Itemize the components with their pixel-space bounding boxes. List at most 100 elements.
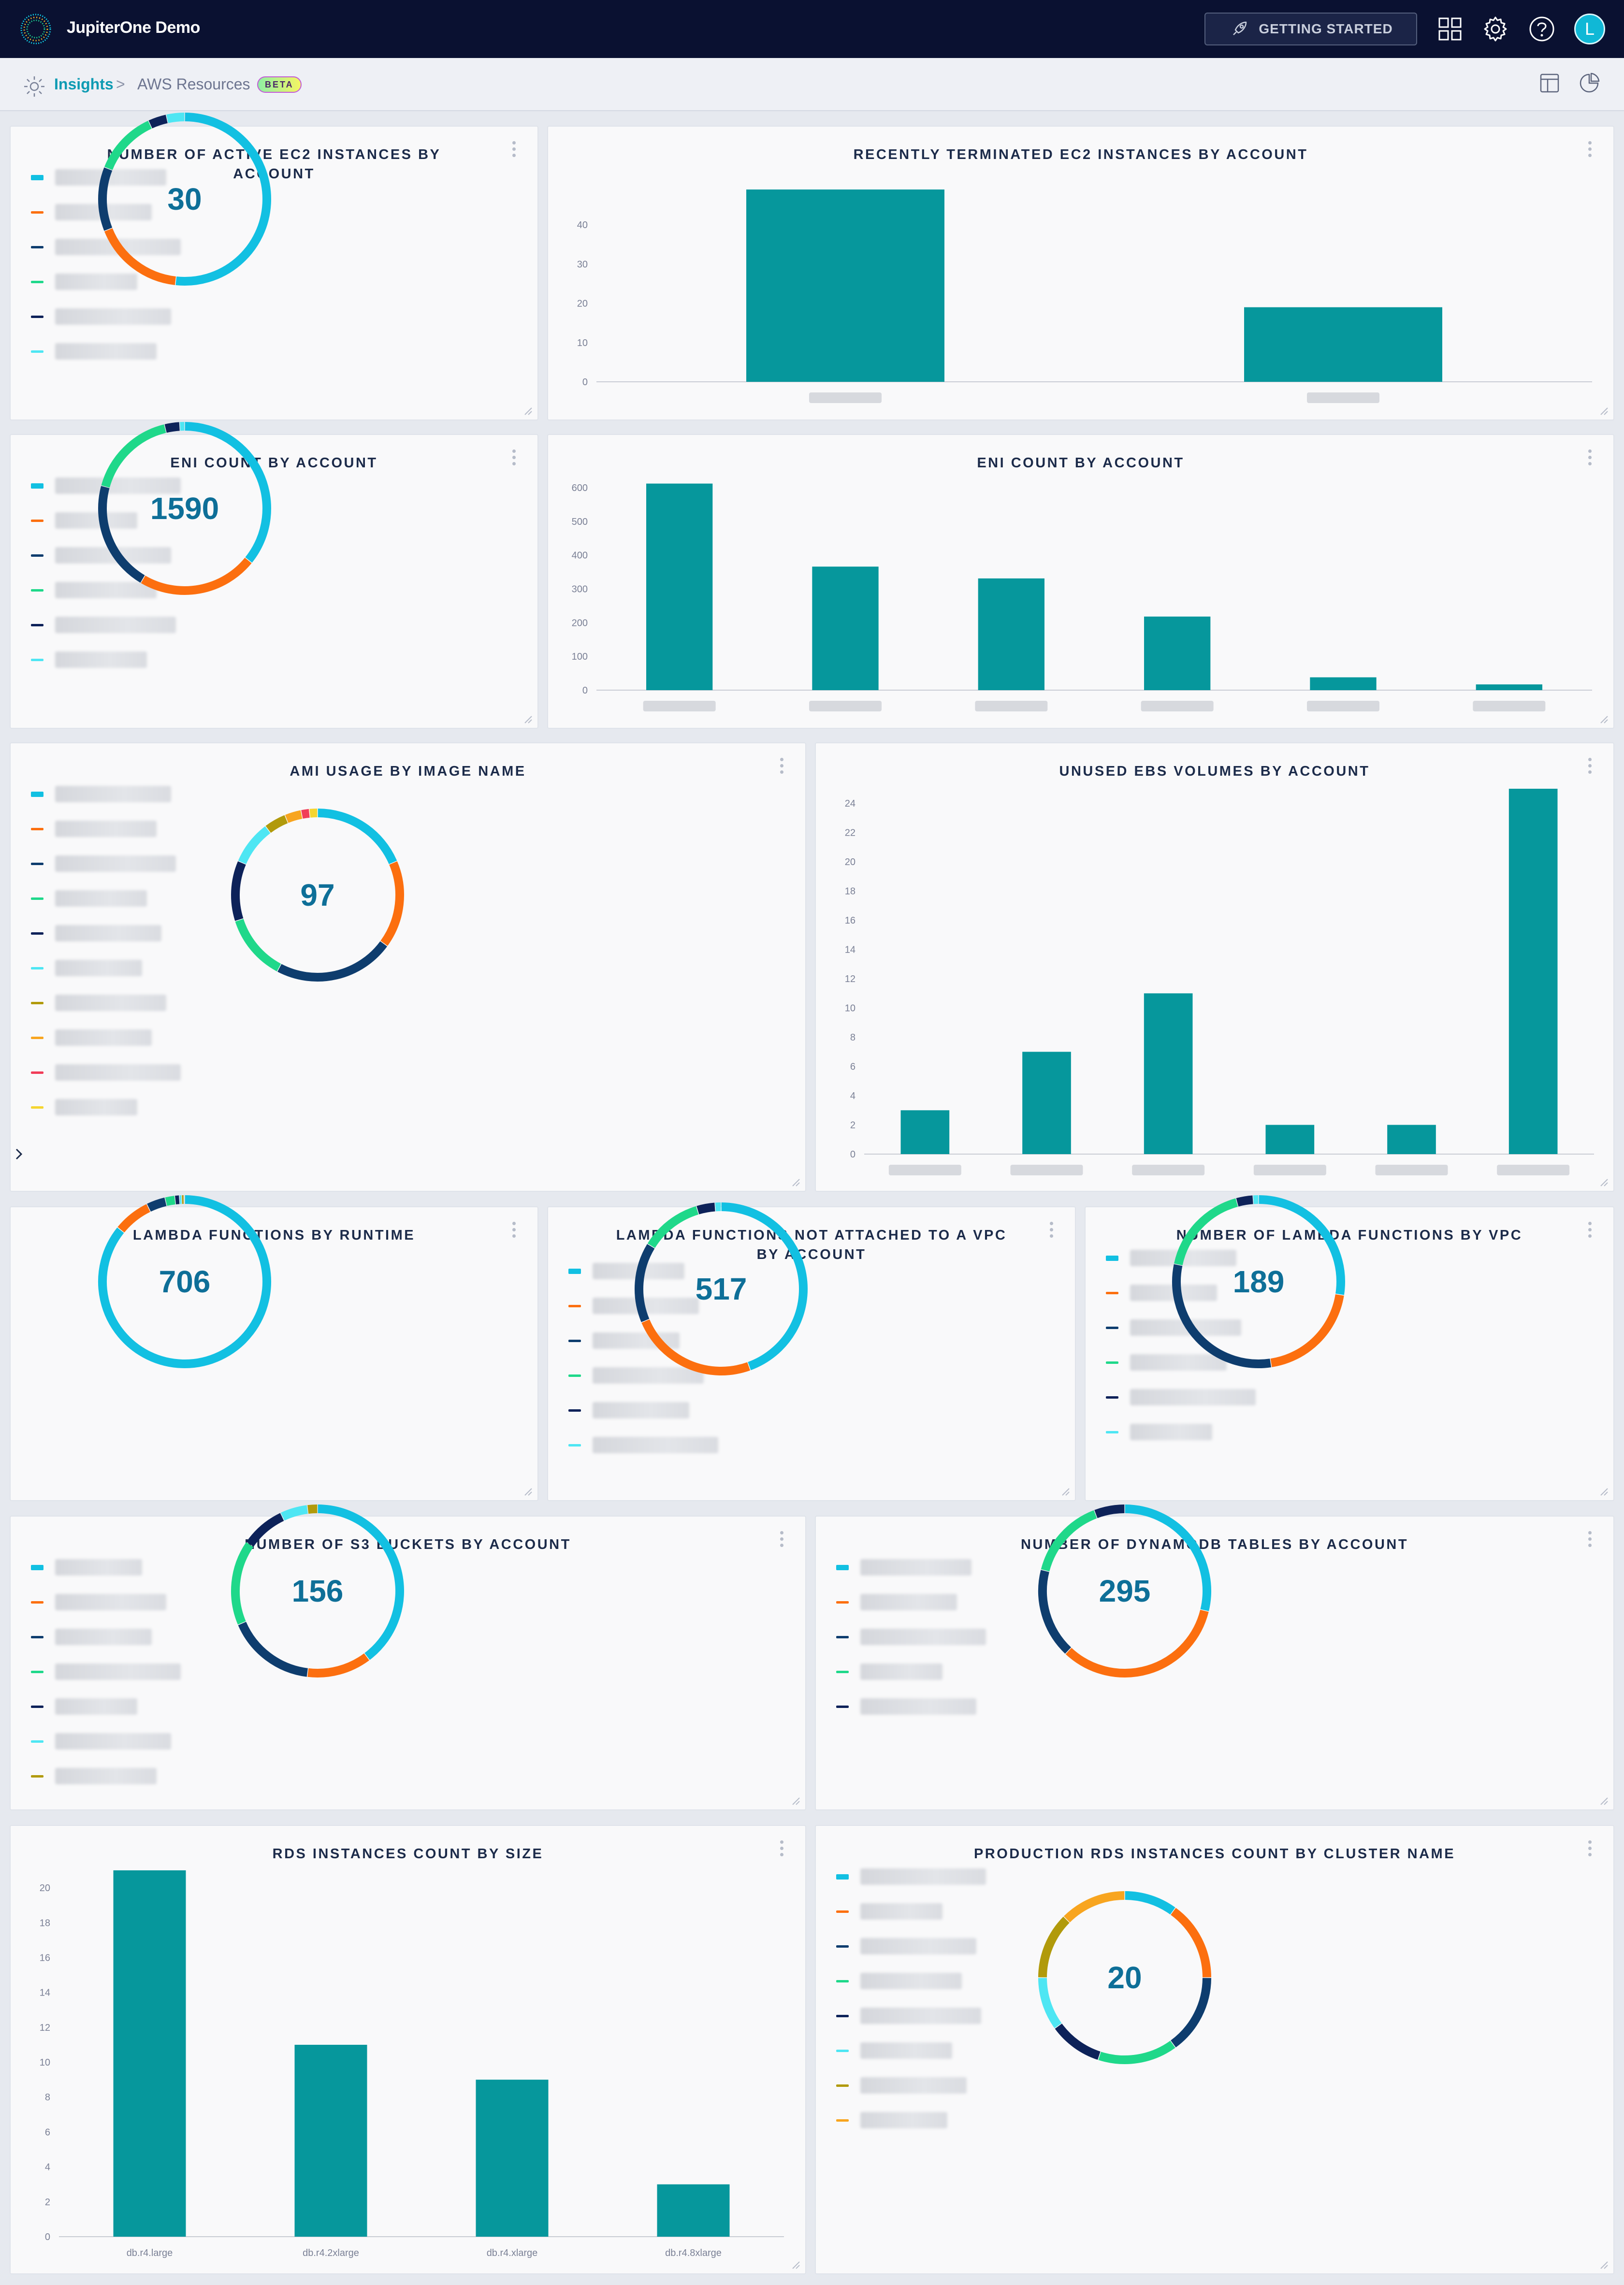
- donut-slice[interactable]: [1270, 1294, 1344, 1367]
- donut-slice[interactable]: [641, 1319, 751, 1375]
- donut-slice[interactable]: [231, 1542, 254, 1625]
- card-menu-icon[interactable]: [512, 449, 517, 469]
- donut-slice[interactable]: [238, 1621, 308, 1677]
- donut-slice[interactable]: [98, 486, 145, 583]
- legend-item[interactable]: [31, 925, 161, 941]
- getting-started-button[interactable]: GETTING STARTED: [1204, 13, 1417, 45]
- legend-item[interactable]: [1106, 1389, 1256, 1405]
- donut-slice[interactable]: [1174, 1198, 1238, 1266]
- resize-handle-icon[interactable]: [789, 2258, 801, 2271]
- layout-icon[interactable]: [1537, 71, 1562, 96]
- donut-slice[interactable]: [1125, 1891, 1175, 1915]
- resize-handle-icon[interactable]: [789, 1175, 801, 1188]
- donut-slice[interactable]: [1038, 1916, 1070, 1978]
- legend-item[interactable]: [31, 617, 176, 633]
- legend-item[interactable]: [31, 1629, 152, 1645]
- jupiterone-logo[interactable]: [17, 11, 54, 47]
- app-title[interactable]: JupiterOne Demo: [67, 18, 200, 37]
- legend-item[interactable]: [31, 960, 142, 976]
- donut-slice[interactable]: [307, 1653, 369, 1678]
- donut-slice[interactable]: [1171, 1908, 1211, 1978]
- donut-slice[interactable]: [1038, 1978, 1062, 2028]
- legend-item[interactable]: [31, 821, 157, 837]
- legend-item[interactable]: [31, 995, 166, 1011]
- bar[interactable]: [113, 1870, 186, 2237]
- apps-grid-icon[interactable]: [1436, 14, 1464, 43]
- legend-item[interactable]: [1106, 1424, 1212, 1440]
- legend-item[interactable]: [31, 1663, 181, 1680]
- donut-slice[interactable]: [117, 1204, 151, 1233]
- legend-item[interactable]: [31, 786, 171, 802]
- donut-slice[interactable]: [98, 167, 113, 231]
- legend-item[interactable]: [836, 1903, 942, 1920]
- bar[interactable]: [657, 2184, 730, 2237]
- donut-slice[interactable]: [380, 861, 404, 946]
- donut-slice[interactable]: [1094, 1504, 1125, 1519]
- donut-slice[interactable]: [265, 815, 288, 833]
- donut-slice[interactable]: [647, 1206, 699, 1248]
- bar[interactable]: [1476, 684, 1542, 690]
- donut-slice[interactable]: [1065, 1609, 1209, 1678]
- breadcrumb-insights-link[interactable]: Insights: [54, 75, 114, 93]
- donut-slice[interactable]: [1236, 1195, 1253, 1207]
- legend-item[interactable]: [31, 1698, 137, 1715]
- chevron-right-icon[interactable]: [12, 1144, 26, 1164]
- bar[interactable]: [900, 1110, 950, 1154]
- donut-slice[interactable]: [285, 810, 303, 823]
- legend-item[interactable]: [836, 1559, 972, 1576]
- donut-slice[interactable]: [301, 809, 310, 819]
- resize-handle-icon[interactable]: [1597, 404, 1610, 417]
- resize-handle-icon[interactable]: [1597, 2258, 1610, 2271]
- legend-item[interactable]: [31, 1559, 142, 1576]
- resize-handle-icon[interactable]: [521, 404, 534, 417]
- donut-slice[interactable]: [1038, 1570, 1072, 1654]
- legend-item[interactable]: [836, 1629, 986, 1645]
- legend-item[interactable]: [836, 2077, 967, 2094]
- legend-item[interactable]: [836, 1698, 976, 1715]
- donut-slice[interactable]: [165, 1196, 175, 1206]
- donut-slice[interactable]: [164, 422, 180, 433]
- donut-slice[interactable]: [104, 228, 176, 285]
- help-icon[interactable]: [1527, 14, 1556, 43]
- donut-slice[interactable]: [635, 1244, 655, 1322]
- bar[interactable]: [476, 2080, 549, 2237]
- resize-handle-icon[interactable]: [521, 1485, 534, 1497]
- bar[interactable]: [1265, 1125, 1315, 1154]
- legend-item[interactable]: [31, 308, 171, 325]
- donut-slice[interactable]: [231, 861, 246, 921]
- resize-handle-icon[interactable]: [1058, 1485, 1071, 1497]
- donut-slice[interactable]: [1055, 2024, 1101, 2060]
- bar[interactable]: [1310, 677, 1377, 690]
- legend-item[interactable]: [31, 1099, 137, 1115]
- legend-item[interactable]: [836, 1663, 942, 1680]
- donut-slice[interactable]: [246, 1513, 284, 1547]
- card-menu-icon[interactable]: [780, 1531, 785, 1550]
- resize-handle-icon[interactable]: [789, 1794, 801, 1807]
- bar[interactable]: [1508, 789, 1558, 1154]
- legend-item[interactable]: [31, 890, 147, 907]
- donut-slice[interactable]: [280, 1505, 308, 1521]
- donut-slice[interactable]: [166, 113, 185, 123]
- donut-slice[interactable]: [147, 1197, 167, 1212]
- bar[interactable]: [1387, 1125, 1436, 1154]
- card-menu-icon[interactable]: [512, 1222, 517, 1241]
- card-menu-icon[interactable]: [1588, 1840, 1593, 1860]
- user-avatar[interactable]: L: [1574, 14, 1605, 44]
- legend-item[interactable]: [568, 1437, 718, 1453]
- donut-slice[interactable]: [238, 826, 271, 865]
- legend-item[interactable]: [31, 1064, 181, 1081]
- card-menu-icon[interactable]: [1050, 1222, 1055, 1241]
- card-menu-icon[interactable]: [512, 141, 517, 160]
- donut-slice[interactable]: [148, 115, 168, 129]
- legend-item[interactable]: [31, 855, 176, 872]
- legend-item[interactable]: [836, 2112, 947, 2128]
- bar[interactable]: [978, 578, 1044, 690]
- card-menu-icon[interactable]: [1588, 1531, 1593, 1550]
- donut-slice[interactable]: [1063, 1891, 1125, 1923]
- card-menu-icon[interactable]: [780, 758, 785, 777]
- donut-slice[interactable]: [1098, 2040, 1175, 2064]
- legend-item[interactable]: [836, 1973, 962, 1989]
- donut-slice[interactable]: [141, 557, 252, 595]
- donut-slice[interactable]: [1171, 1978, 1211, 2048]
- donut-slice[interactable]: [235, 919, 281, 971]
